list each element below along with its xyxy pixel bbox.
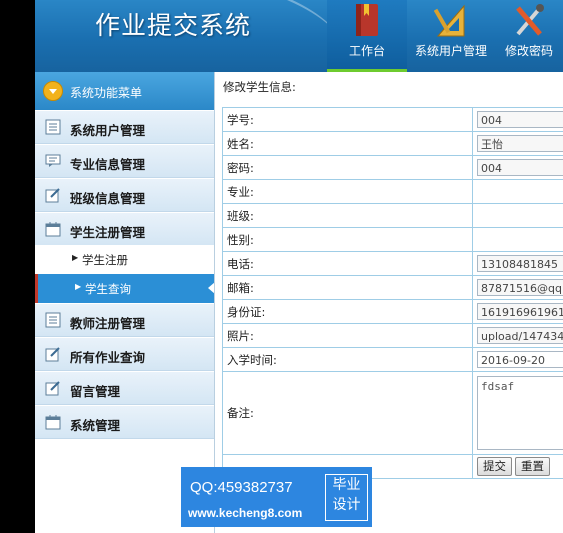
app-title: 作业提交系统 <box>95 11 252 40</box>
field-label: 电话: <box>221 251 474 276</box>
sidebar-item-student-registration[interactable]: 学生注册管理 <box>35 213 214 246</box>
form-row-gender: 性别: <box>221 227 563 252</box>
form-row-class: 班级: <box>221 203 563 228</box>
name-input[interactable]: 王怡 <box>477 135 563 152</box>
nav-label: 修改密码 <box>504 44 553 58</box>
sidebar-subitem-query[interactable]: ▶ 学生查询 <box>35 274 215 303</box>
notes-textarea[interactable]: fdsaf <box>477 376 563 450</box>
sidebar-item-teacher-registration[interactable]: 教师注册管理 <box>35 304 214 337</box>
sidebar-subitem-register[interactable]: ▶ 学生注册 <box>35 245 214 274</box>
field-label: 专业: <box>221 179 474 204</box>
watermark-tag-line1: 毕业 <box>332 477 361 493</box>
field-label: 性别: <box>221 227 474 252</box>
sidebar-item-label: 学生注册管理 <box>70 225 146 240</box>
edit-icon <box>45 381 60 396</box>
sidebar-item-all-homework[interactable]: 所有作业查询 <box>35 338 214 371</box>
sidebar-item-classes[interactable]: 班级信息管理 <box>35 179 214 212</box>
calendar-icon <box>45 222 61 237</box>
ruler-triangle-icon <box>434 4 465 37</box>
sidebar-subitem-label: 学生注册 <box>82 253 128 267</box>
form-row-student-id: 学号: 004 <box>221 107 563 132</box>
sidebar-item-label: 专业信息管理 <box>70 157 146 172</box>
triangle-right-icon: ▶ <box>72 253 79 262</box>
field-label: 学号: <box>221 107 474 132</box>
comment-icon <box>45 154 61 167</box>
form-row-photo: 照片: upload/147434152 <box>221 323 563 348</box>
calendar-icon <box>45 415 61 430</box>
reset-button[interactable]: 重置 <box>515 457 551 476</box>
photo-input[interactable]: upload/147434152 <box>477 327 563 344</box>
form-row-enroll-date: 入学时间: 2016-09-20 <box>221 347 563 372</box>
password-input[interactable]: 004 <box>477 159 563 176</box>
submit-button[interactable]: 提交 <box>477 457 513 476</box>
nav-workbench[interactable]: 工作台 <box>327 0 407 72</box>
sidebar-menu-head[interactable]: 系统功能菜单 <box>35 72 214 110</box>
watermark-url: www.kecheng8.com <box>188 506 303 520</box>
sidebar-item-label: 所有作业查询 <box>70 350 146 365</box>
main-content: 修改学生信息: 学号: 004 姓名: 王怡 密码: 004 专业: 班级: 性… <box>215 72 563 533</box>
form-row-name: 姓名: 王怡 <box>221 131 563 156</box>
field-label: 邮箱: <box>221 275 474 300</box>
form-row-password: 密码: 004 <box>221 155 563 180</box>
watermark-qq: QQ:459382737 <box>190 479 293 496</box>
enroll-date-input[interactable]: 2016-09-20 <box>477 351 563 368</box>
nav-system-users[interactable]: 系统用户管理 <box>407 0 495 72</box>
nav-label: 工作台 <box>348 44 385 58</box>
sidebar-item-system[interactable]: 系统管理 <box>35 406 214 439</box>
edit-icon <box>45 347 60 362</box>
left-black-strip <box>0 0 35 533</box>
field-label: 密码: <box>221 155 474 180</box>
field-label: 照片: <box>221 323 474 348</box>
sidebar-subitem-label: 学生查询 <box>85 282 131 296</box>
id-card-input[interactable]: 161916961961800000 <box>477 303 563 320</box>
nav-label: 系统用户管理 <box>414 44 487 58</box>
field-label: 姓名: <box>221 131 474 156</box>
form-row-phone: 电话: 13108481845 <box>221 251 563 276</box>
field-label: 身份证: <box>221 299 474 324</box>
sidebar-item-label: 系统管理 <box>70 418 121 433</box>
sidebar-head-label: 系统功能菜单 <box>70 86 143 100</box>
form-row-id-card: 身份证: 161916961961800000 <box>221 299 563 324</box>
edit-icon <box>45 188 60 203</box>
class-value <box>472 203 563 228</box>
sidebar-item-label: 班级信息管理 <box>70 191 146 206</box>
sidebar-item-label: 系统用户管理 <box>70 123 146 138</box>
phone-input[interactable]: 13108481845 <box>477 255 563 272</box>
watermark-banner: QQ:459382737 www.kecheng8.com 毕业 设计 <box>181 467 372 527</box>
sidebar-item-messages[interactable]: 留言管理 <box>35 372 214 405</box>
sidebar-item-label: 留言管理 <box>70 384 121 399</box>
sidebar: 系统功能菜单 系统用户管理 专业信息管理 班级信息管理 学生注册管理 ▶ 学生注… <box>35 72 215 533</box>
watermark-tag-line2: 设计 <box>332 497 361 513</box>
major-value <box>472 179 563 204</box>
nav-change-password[interactable]: 修改密码 <box>495 0 563 72</box>
form-row-email: 邮箱: 87871516@qq.com <box>221 275 563 300</box>
watermark-tag: 毕业 设计 <box>325 474 368 521</box>
sidebar-item-system-users[interactable]: 系统用户管理 <box>35 111 214 144</box>
page-title: 修改学生信息: <box>223 80 296 94</box>
list-icon <box>45 312 61 328</box>
student-id-input[interactable]: 004 <box>477 111 563 128</box>
form-row-major: 专业: <box>221 179 563 204</box>
list-icon <box>45 119 61 135</box>
sidebar-item-label: 教师注册管理 <box>70 316 146 331</box>
email-input[interactable]: 87871516@qq.com <box>477 279 563 296</box>
gender-value <box>472 227 563 252</box>
student-edit-form: 学号: 004 姓名: 王怡 密码: 004 专业: 班级: 性别: 电话: 1… <box>221 107 563 479</box>
header-banner: 作业提交系统 工作台 系统用户管理 修改密码 <box>35 0 563 72</box>
field-label: 备注: <box>221 371 474 455</box>
chevron-down-icon <box>43 81 63 101</box>
form-row-notes: 备注: fdsaf <box>221 371 563 455</box>
tools-icon <box>516 4 544 36</box>
field-label: 入学时间: <box>221 347 474 372</box>
field-label: 班级: <box>221 203 474 228</box>
triangle-right-icon: ▶ <box>75 282 82 291</box>
book-icon <box>356 4 378 36</box>
sidebar-item-majors[interactable]: 专业信息管理 <box>35 145 214 178</box>
